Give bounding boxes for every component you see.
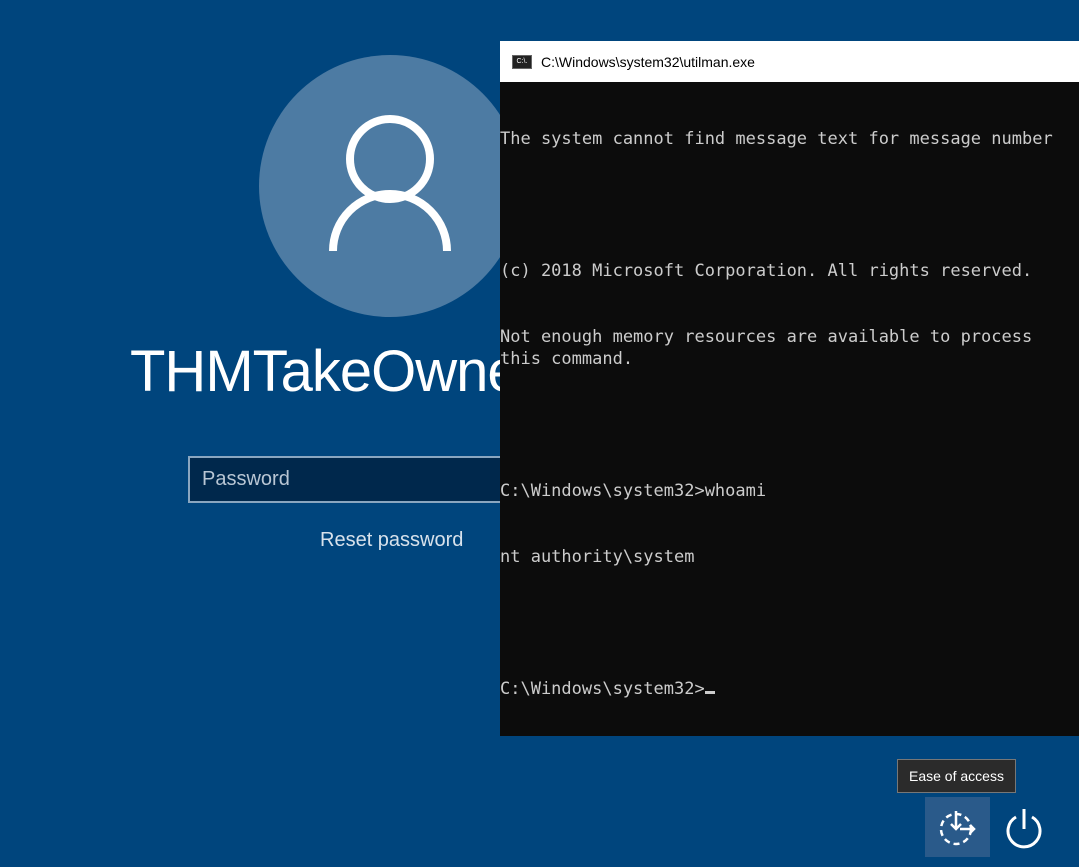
cmd-icon: C:\. — [512, 54, 532, 69]
console-line: Not enough memory resources are availabl… — [500, 327, 1043, 369]
power-button[interactable] — [1000, 800, 1048, 855]
user-icon — [329, 115, 451, 252]
password-input[interactable] — [188, 456, 516, 503]
console-line: (c) 2018 Microsoft Corporation. All righ… — [500, 261, 1033, 281]
console-line: nt authority\system — [500, 547, 695, 567]
text-cursor — [704, 691, 715, 694]
user-avatar — [259, 55, 521, 317]
reset-password-link[interactable]: Reset password — [320, 529, 463, 552]
console-prompt-line[interactable]: C:\Windows\system32> — [500, 678, 1079, 700]
power-icon — [1006, 808, 1042, 848]
console-title: C:\Windows\system32\utilman.exe — [541, 53, 755, 70]
console-window[interactable]: C:\. C:\Windows\system32\utilman.exe The… — [500, 41, 1079, 736]
console-line: The system cannot find message text for … — [500, 129, 1053, 149]
ease-of-access-button[interactable] — [925, 797, 990, 857]
ease-of-access-icon — [939, 811, 976, 846]
console-titlebar[interactable]: C:\. C:\Windows\system32\utilman.exe — [500, 41, 1079, 82]
console-line: C:\Windows\system32>whoami — [500, 481, 767, 501]
ease-of-access-tooltip: Ease of access — [897, 759, 1016, 793]
console-prompt: C:\Windows\system32> — [500, 679, 705, 699]
console-output[interactable]: The system cannot find message text for … — [500, 82, 1079, 744]
